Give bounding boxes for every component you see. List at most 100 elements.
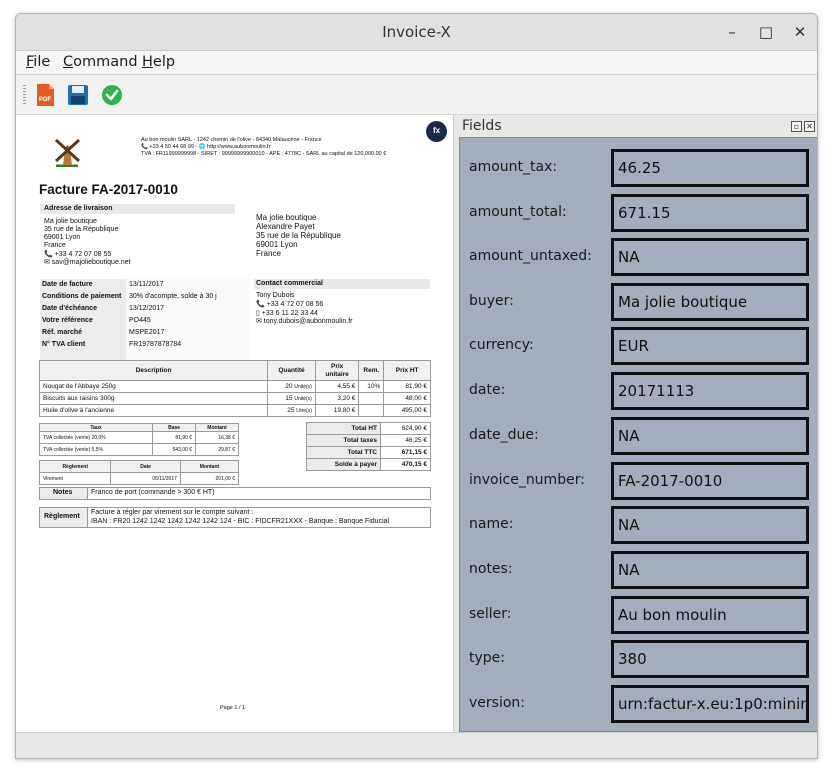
field-row-date: date: 20171113 bbox=[460, 372, 817, 412]
field-value-amount-total[interactable]: 671.15 bbox=[611, 194, 809, 232]
info-value: PO445 bbox=[129, 317, 151, 324]
line-desc: Biscuits aux raisins 300g bbox=[38, 392, 269, 405]
field-label: name: bbox=[469, 516, 514, 532]
field-label: amount_untaxed: bbox=[469, 248, 592, 264]
minimize-button[interactable]: – bbox=[722, 22, 742, 42]
field-row-currency: currency: EUR bbox=[460, 327, 817, 367]
billing-line: Alexandre Payet bbox=[256, 222, 315, 231]
fields-panel-header: Fields ▫ ✕ bbox=[458, 115, 817, 137]
notes-label: Notes bbox=[53, 489, 73, 496]
totals-row: Solde à payer 470,15 € bbox=[306, 458, 431, 471]
pay-col-amount: Montant bbox=[179, 460, 240, 473]
fields-list: amount_tax: 46.25 amount_total: 671.15 a… bbox=[459, 137, 817, 732]
info-value: FR19787878784 bbox=[129, 341, 182, 348]
total-value: 671,15 € bbox=[380, 446, 431, 459]
tax-amount: 16,38 € bbox=[195, 431, 239, 444]
field-label: type: bbox=[469, 650, 505, 666]
company-legal: TVA : FR11999999998 - SIRET : 9999999990… bbox=[141, 151, 387, 157]
field-value-name[interactable]: NA bbox=[611, 506, 809, 544]
tax-col-amount: Montant bbox=[195, 423, 239, 432]
payments-table: Règlement Date Montant Virement 05/11/20… bbox=[38, 460, 240, 485]
company-address: Au bon moulin SARL - 1242 chemin de l'ol… bbox=[141, 137, 322, 143]
company-logo bbox=[52, 137, 82, 168]
col-unit-price-2: unitaire bbox=[325, 370, 349, 378]
toolbar-grip[interactable] bbox=[23, 85, 26, 105]
field-value-currency[interactable]: EUR bbox=[611, 327, 809, 365]
field-label: amount_total: bbox=[469, 204, 567, 220]
line-discount: 10% bbox=[358, 380, 385, 393]
menu-help[interactable]: Help bbox=[142, 54, 175, 70]
field-row-amount-tax: amount_tax: 46.25 bbox=[460, 149, 817, 189]
field-label: invoice_number: bbox=[469, 472, 585, 488]
table-header-row: Description Quantité Prix unitaire Rem. P… bbox=[38, 360, 431, 381]
float-panel-button[interactable]: ▫ bbox=[791, 121, 802, 132]
payment-terms-label: Règlement bbox=[44, 513, 80, 520]
tax-rate: TVA collectée (vente) 20,0% bbox=[38, 431, 154, 444]
validate-icon[interactable] bbox=[102, 85, 122, 105]
close-panel-button[interactable]: ✕ bbox=[804, 121, 815, 132]
invoice-title: Facture FA-2017-0010 bbox=[39, 182, 178, 197]
info-key: Votre référence bbox=[42, 317, 93, 324]
field-label: date_due: bbox=[469, 427, 539, 443]
menu-file[interactable]: File bbox=[26, 54, 50, 70]
notes-text: Franco de port (commande > 300 € HT) bbox=[91, 489, 215, 496]
field-label: buyer: bbox=[469, 293, 514, 309]
tax-base: 543,00 € bbox=[152, 443, 197, 456]
tax-col-base: Base bbox=[152, 423, 197, 432]
line-total: 48,00 € bbox=[383, 392, 431, 405]
save-icon[interactable] bbox=[68, 85, 88, 105]
line-unit-price: 19,80 € bbox=[314, 404, 360, 417]
tax-base: 81,90 € bbox=[152, 431, 197, 444]
line-unit: Litre(s) bbox=[296, 408, 312, 414]
field-label: amount_tax: bbox=[469, 159, 558, 175]
line-qty-value: 25 bbox=[287, 407, 295, 414]
line-total: 81,90 € bbox=[383, 380, 431, 393]
line-desc: Huile d'olive à l'ancienne bbox=[38, 404, 269, 417]
contact-header: Contact commercial bbox=[256, 280, 323, 287]
line-qty-value: 20 bbox=[285, 383, 293, 390]
invoice-page: Au bon moulin SARL - 1242 chemin de l'ol… bbox=[16, 115, 453, 732]
info-key: N° TVA client bbox=[42, 341, 86, 348]
close-button[interactable]: ✕ bbox=[790, 22, 810, 42]
pay-date: 05/11/2017 bbox=[110, 472, 181, 485]
field-value-date[interactable]: 20171113 bbox=[611, 372, 809, 410]
field-label: date: bbox=[469, 382, 506, 398]
field-value-date-due[interactable]: NA bbox=[611, 417, 809, 455]
info-value: 30% d'acompte, solde à 30 j bbox=[129, 293, 217, 300]
contact-line: 📞 +33 4 72 07 08 56 bbox=[256, 301, 324, 308]
info-value: 13/12/2017 bbox=[129, 305, 165, 312]
field-value-buyer[interactable]: Ma jolie boutique bbox=[611, 283, 809, 321]
tax-header-row: Taux Base Montant bbox=[38, 423, 239, 432]
field-value-amount-untaxed[interactable]: NA bbox=[611, 238, 809, 276]
field-row-seller: seller: Au bon moulin bbox=[460, 596, 817, 636]
line-total: 495,00 € bbox=[383, 404, 431, 417]
delivery-line: ✉ sav@majolieboutique.net bbox=[44, 259, 131, 266]
field-value-type[interactable]: 380 bbox=[611, 640, 809, 678]
field-row-name: name: NA bbox=[460, 506, 817, 546]
info-key: Date de facture bbox=[42, 281, 93, 288]
maximize-button[interactable]: □ bbox=[756, 22, 776, 42]
toolbar: PDF bbox=[16, 75, 817, 115]
field-value-notes[interactable]: NA bbox=[611, 551, 809, 589]
pdf-icon[interactable]: PDF bbox=[37, 84, 54, 106]
fields-panel-title: Fields bbox=[462, 118, 502, 134]
field-value-version[interactable]: urn:factur-x.eu:1p0:minimum bbox=[611, 685, 809, 723]
contact-line: Tony Dubois bbox=[256, 292, 295, 299]
delivery-line: 📞 +33 4 72 07 08 55 bbox=[44, 251, 112, 258]
payment-terms-line: Facture à régler par virement sur le com… bbox=[91, 509, 254, 516]
field-value-amount-tax[interactable]: 46.25 bbox=[611, 149, 809, 187]
field-value-invoice-number[interactable]: FA-2017-0010 bbox=[611, 462, 809, 500]
totals-row: Total TTC 671,15 € bbox=[306, 446, 431, 459]
pay-col-date: Date bbox=[110, 460, 181, 473]
total-key: Total HT bbox=[306, 422, 381, 435]
field-row-invoice-number: invoice_number: FA-2017-0010 bbox=[460, 462, 817, 502]
totals-row: Total taxes 46,25 € bbox=[306, 434, 431, 447]
field-row-amount-untaxed: amount_untaxed: NA bbox=[460, 238, 817, 278]
tax-row: TVA collectée (vente) 5,5% 543,00 € 29,8… bbox=[38, 443, 239, 456]
menu-command[interactable]: Command bbox=[63, 54, 138, 70]
table-row: Huile d'olive à l'ancienne 25 Litre(s) 1… bbox=[38, 404, 431, 417]
field-row-date-due: date_due: NA bbox=[460, 417, 817, 457]
field-value-seller[interactable]: Au bon moulin bbox=[611, 596, 809, 634]
info-key: Réf. marché bbox=[42, 329, 83, 336]
pdf-viewer[interactable]: Au bon moulin SARL - 1242 chemin de l'ol… bbox=[16, 115, 454, 732]
